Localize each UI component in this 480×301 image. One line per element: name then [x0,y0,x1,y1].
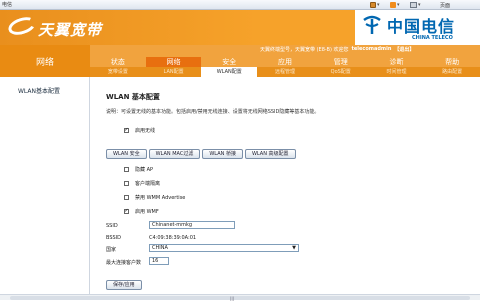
chevron-down-icon: ▾ [397,2,400,8]
enable-wireless-checkbox[interactable] [124,128,129,133]
section-title: 网络 [0,45,90,77]
user-info: 天翼终端型号，天翼宽带 (E8-B) 欢迎您 telecomadmin 【退出】 [260,45,414,53]
enable-wireless-label: 启用无线 [135,128,156,134]
menu-security[interactable]: 安全 [201,57,257,67]
wlan-advanced-button[interactable]: WLAN 高级配置 [244,149,296,159]
feed-button[interactable]: ▾ [390,1,400,9]
bssid-value: C4:09:38:39:0A:01 [149,235,197,241]
wlan-mac-filter-button[interactable]: WLAN MAC过滤 [148,149,201,159]
home-button[interactable]: ▾ [370,1,380,9]
main-menu: 状态 网络 安全 应用 管理 诊断 帮助 [90,57,480,67]
china-telecom-logo-icon [363,15,381,34]
chevron-down-icon: ▼ [292,245,296,251]
logo-swirl-icon [6,14,38,38]
disable-wmm-label: 禁用 WMM Advertise [135,195,186,201]
menu-help[interactable]: 帮助 [424,57,480,67]
wlan-bridge-button[interactable]: WLAN 桥接 [202,149,243,159]
ssid-input[interactable]: Chinanet-mmkg [149,221,235,229]
max-clients-label: 最大连接客户数 [106,260,142,266]
country-select[interactable]: CHINA ▼ [149,244,299,252]
logout-link[interactable]: 【退出】 [394,46,414,53]
enable-wmf-row: 启用 WMF [124,208,159,215]
sidebar-item-wlan-basic[interactable]: WLAN基本配置 [18,86,60,95]
print-button[interactable]: ▾ [410,1,421,9]
tab-remote[interactable]: 远程管理 [257,67,313,77]
print-icon [410,2,417,8]
enable-wmf-label: 启用 WMF [135,209,159,215]
country-select-value: CHINA [152,245,168,251]
save-apply-button[interactable]: 保存/应用 [106,280,142,290]
hide-ap-label: 隐藏 AP [135,167,154,173]
browser-title: 电信 [2,2,13,8]
enable-wmf-checkbox[interactable] [124,209,129,214]
china-telecom-logo: 中国电信 CHINA TELECO [355,10,480,45]
disable-wmm-row: 禁用 WMM Advertise [124,194,185,201]
menu-network[interactable]: 网络 [145,57,202,67]
client-isolation-label: 客户端隔离 [135,181,161,187]
menu-application[interactable]: 应用 [257,57,313,67]
tab-broadband[interactable]: 宽带设置 [90,67,146,77]
menu-diagnostics[interactable]: 诊断 [369,57,425,67]
client-isolation-row: 客户端隔离 [124,180,160,187]
home-icon [370,2,376,8]
tab-routing[interactable]: 路由配置 [424,67,480,77]
browser-toolbar: 电信 ▾ ▾ ▾ 页面 [0,0,480,10]
horizontal-scrollbar[interactable]: ||| [0,294,480,301]
hide-ap-row: 隐藏 AP [124,166,153,173]
scrollbar-grip-icon: ||| [230,296,235,301]
hide-ap-checkbox[interactable] [124,167,129,172]
user-info-text: 天翼终端型号，天翼宽带 (E8-B) 欢迎您 [260,46,349,53]
chevron-down-icon: ▾ [418,2,421,8]
page-description: 说明：可设置无线的基本功能。包括启用/禁用无线连接、设置将无线网络SSID隐藏等… [106,109,320,115]
username: telecomadmin [351,46,392,52]
scrollbar-thumb[interactable] [10,296,470,300]
country-label: 国家 [106,247,117,253]
main-content: WLAN 基本配置 说明：可设置无线的基本功能。包括启用/禁用无线连接、设置将无… [90,77,480,300]
tab-wlan[interactable]: WLAN配置 [201,67,258,77]
ssid-label: SSID [106,223,118,229]
logo-area: 天翼宽带 [0,10,260,45]
menu-status[interactable]: 状态 [90,57,146,67]
page-menu[interactable]: 页面 [440,1,450,9]
wlan-security-button[interactable]: WLAN 安全 [106,149,147,159]
router-header: 天翼宽带 中国电信 CHINA TELECO [0,10,480,45]
max-clients-input[interactable]: 16 [149,257,169,265]
sub-menu: 宽带设置 LAN配置 WLAN配置 远程管理 QoS配置 时间管理 路由配置 [90,67,480,77]
chevron-down-icon: ▾ [377,2,380,8]
tab-time[interactable]: 时间管理 [369,67,425,77]
page-title: WLAN 基本配置 [106,93,160,101]
left-panel: WLAN基本配置 [0,77,90,300]
disable-wmm-checkbox[interactable] [124,195,129,200]
brand-chinese: 中国电信 [387,17,456,36]
brand-english: CHINA TELECO [412,35,453,41]
wlan-buttons: WLAN 安全 WLAN MAC过滤 WLAN 桥接 WLAN 高级配置 [106,149,296,159]
rss-icon [390,2,396,8]
tab-lan[interactable]: LAN配置 [146,67,202,77]
client-isolation-checkbox[interactable] [124,181,129,186]
page-menu-label: 页面 [440,2,451,9]
enable-wireless-row: 启用无线 [124,127,155,134]
logo-text: 天翼宽带 [38,21,103,39]
bssid-label: BSSID [106,235,122,241]
tab-qos[interactable]: QoS配置 [313,67,369,77]
menu-management[interactable]: 管理 [313,57,369,67]
